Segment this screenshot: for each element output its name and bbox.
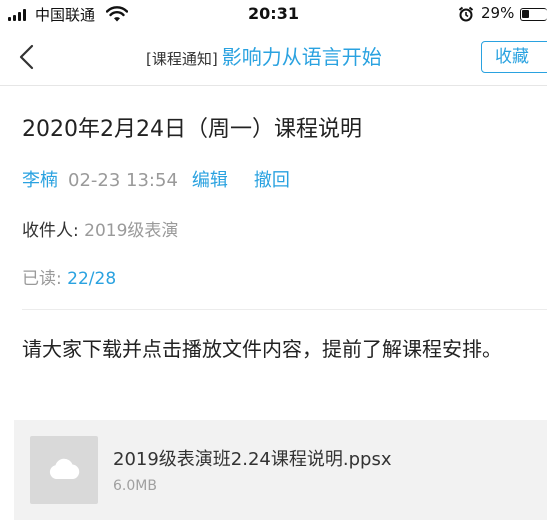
recall-button[interactable]: 撤回 — [254, 170, 290, 191]
notice-title: 2020年2月24日（周一）课程说明 — [22, 117, 362, 142]
recipient-label: 收件人: — [22, 221, 85, 241]
nav-bar: [课程通知] 影响力从语言开始 收藏 — [0, 30, 547, 86]
file-thumbnail — [30, 436, 98, 504]
battery-percent: 29% — [481, 4, 515, 22]
cloud-icon — [49, 458, 80, 479]
read-label: 已读: — [22, 269, 68, 289]
back-arrow-icon[interactable] — [14, 42, 40, 72]
page-title: [课程通知] 影响力从语言开始 — [146, 41, 382, 70]
author-link[interactable]: 李楠 — [22, 170, 58, 191]
notice-body: 请大家下载并点击播放文件内容，提前了解课程安排。 — [22, 337, 502, 361]
notice-meta: 李楠 02-23 13:54 编辑 撤回 — [22, 166, 290, 192]
course-title[interactable]: 影响力从语言开始 — [222, 41, 382, 70]
recipient-value: 2019级表演 — [84, 221, 179, 241]
battery-icon — [520, 8, 547, 21]
attachment-card[interactable]: 2019级表演班2.24课程说明.ppsx 6.0MB — [14, 420, 547, 520]
edit-button[interactable]: 编辑 — [192, 170, 228, 191]
favorite-button[interactable]: 收藏 — [481, 41, 547, 73]
attachment-filename: 2019级表演班2.24课程说明.ppsx — [113, 449, 392, 470]
divider — [22, 309, 547, 310]
post-time: 02-23 13:54 — [68, 170, 178, 191]
recipient-row: 收件人: 2019级表演 — [22, 216, 178, 241]
read-status-row: 已读: 22/28 — [22, 264, 116, 289]
status-bar: 中国联通 20:31 29% — [0, 0, 547, 30]
read-count-link[interactable]: 22/28 — [67, 269, 116, 289]
attachment-size: 6.0MB — [113, 478, 157, 494]
notice-category-tag: [课程通知] — [146, 50, 218, 68]
alarm-icon — [458, 6, 474, 22]
